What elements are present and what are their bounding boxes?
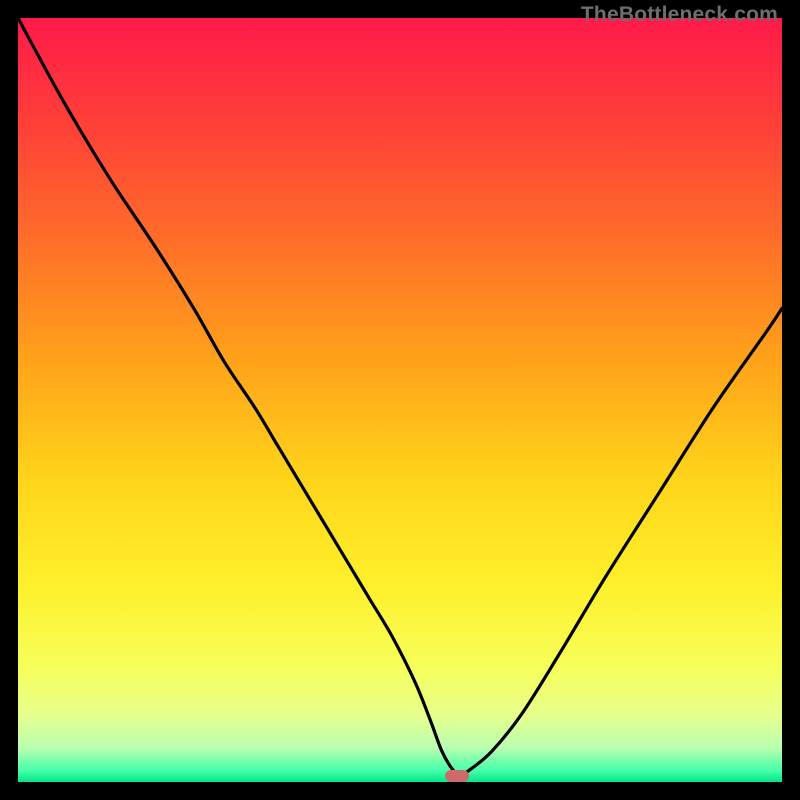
plot-area xyxy=(18,18,782,782)
background-gradient xyxy=(18,18,782,782)
optimal-marker xyxy=(445,770,469,782)
chart-frame: TheBottleneck.com xyxy=(0,0,800,800)
watermark-text: TheBottleneck.com xyxy=(581,3,778,27)
